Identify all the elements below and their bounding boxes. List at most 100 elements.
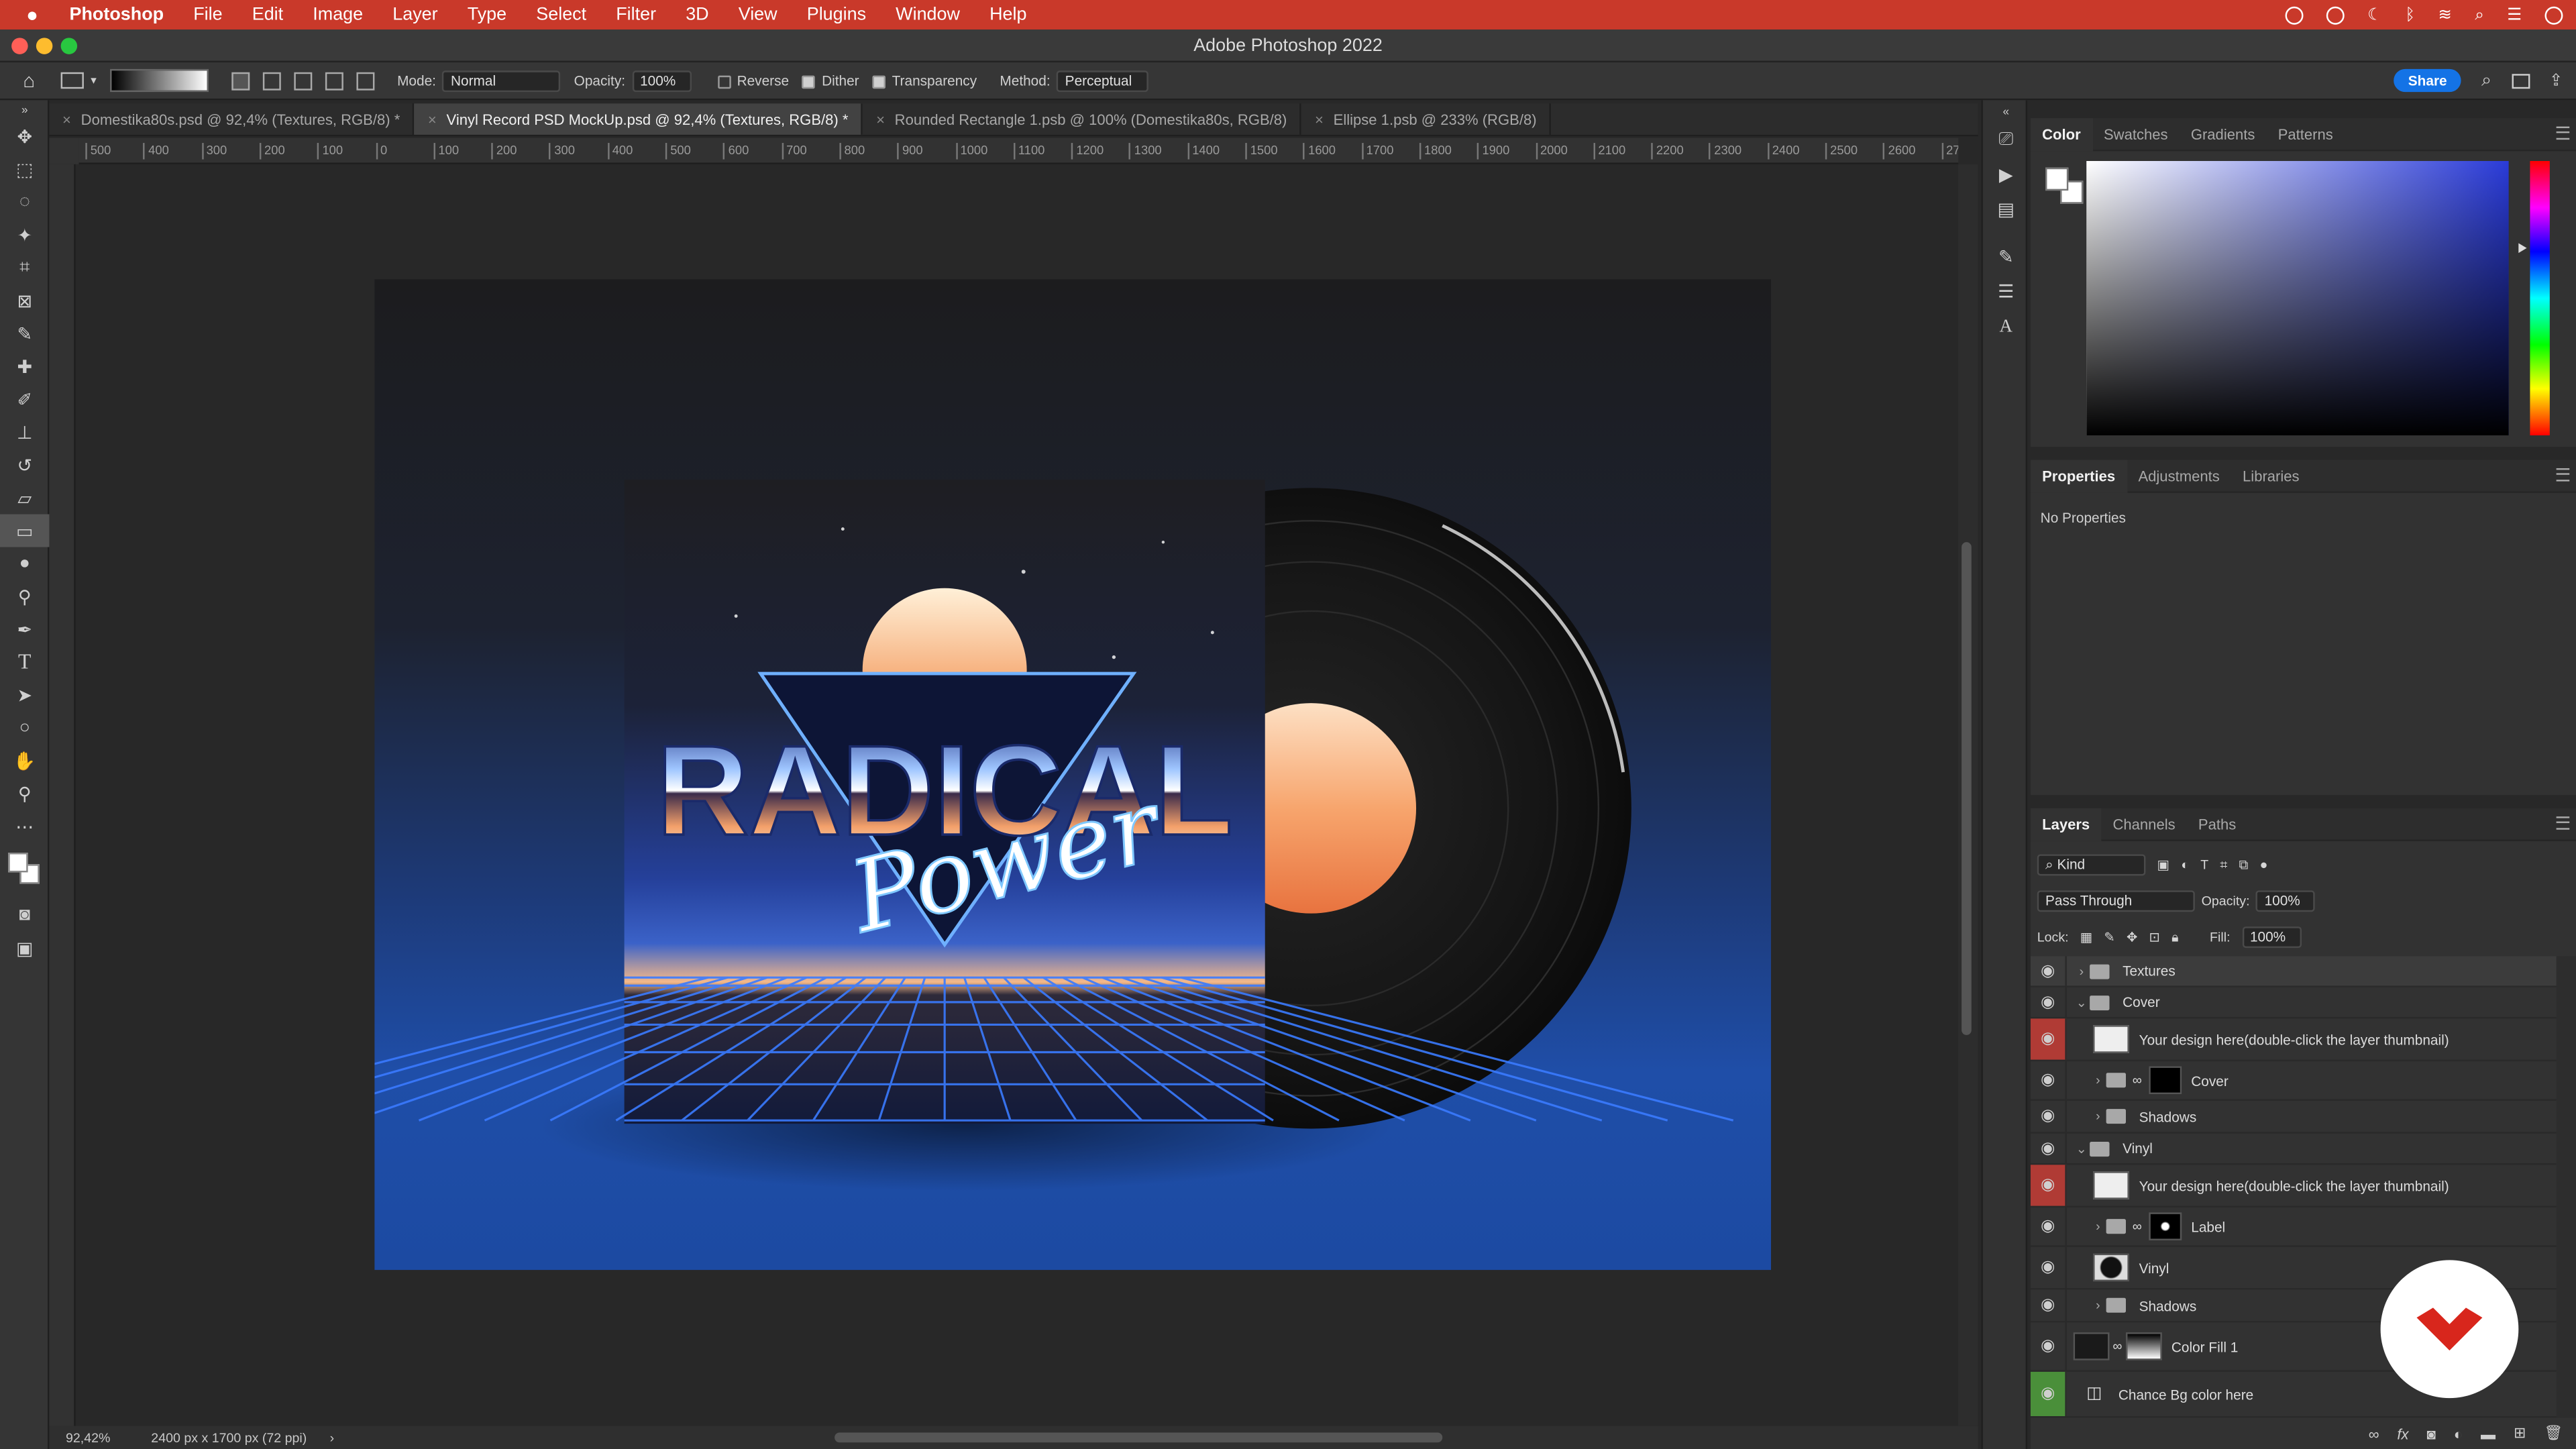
healing-brush-tool-icon[interactable]: ✚ [0,350,49,383]
foreground-background-swatch[interactable] [0,843,49,898]
tab-vinyl-record-mockup[interactable]: × Vinyl Record PSD MockUp.psd @ 92,4% (Te… [415,103,863,135]
tab-patterns[interactable]: Patterns [2267,117,2345,150]
layer-row-cover-design[interactable]: ◉ Your design here(double-click the laye… [2030,1018,2557,1062]
workspace-icon[interactable] [2511,72,2530,89]
tab-rounded-rectangle[interactable]: × Rounded Rectangle 1.psb @ 100% (Domesti… [863,103,1302,135]
filter-kind-select[interactable]: ⌕ Kind [2037,854,2146,876]
fx-icon[interactable]: fx [2397,1426,2408,1442]
menu-select[interactable]: Select [521,5,601,24]
eye-icon[interactable]: ◉ [2031,956,2067,986]
moon-icon[interactable]: ☾ [2367,6,2382,24]
eye-icon[interactable]: ◉ [2031,1289,2067,1321]
chevron-right-icon[interactable]: › [2090,1073,2106,1087]
eye-icon[interactable]: ◉ [2031,1100,2067,1132]
foreground-color-swatch[interactable] [8,853,28,873]
close-tab-icon[interactable]: × [428,112,437,128]
collapse-icon[interactable]: « [1983,100,2029,123]
type-tool-icon[interactable]: T [0,645,49,678]
path-selection-tool-icon[interactable]: ➤ [0,678,49,711]
chevron-right-icon[interactable]: › [2090,1109,2106,1124]
tab-color[interactable]: Color [2030,117,2092,151]
move-tool-icon[interactable]: ✥ [0,120,49,153]
eye-icon[interactable]: ◉ [2030,1018,2067,1060]
eye-icon[interactable]: ◉ [2031,1061,2067,1099]
hue-slider[interactable] [2530,161,2550,435]
zoom-tool-icon[interactable]: ⚲ [0,777,49,810]
tab-ellipse[interactable]: × Ellipse 1.psb @ 233% (RGB/8) [1301,103,1552,135]
comments-icon[interactable]: ▤ [1983,193,2029,227]
new-group-icon[interactable]: ▬ [2481,1426,2496,1442]
eye-icon[interactable]: ◉ [2030,1165,2067,1206]
link-layers-icon[interactable]: ∞ [2369,1426,2379,1442]
method-select[interactable]: Perceptual [1057,70,1149,91]
lock-position-icon[interactable]: ✥ [2127,930,2137,945]
search-icon[interactable]: ⌕ [2475,6,2484,24]
menu-view[interactable]: View [724,5,792,24]
eye-icon[interactable]: ◉ [2031,1246,2067,1289]
menu-edit[interactable]: Edit [237,5,299,24]
close-tab-icon[interactable]: × [62,112,71,128]
transparency-checkbox[interactable] [872,75,885,89]
foreground-color-swatch[interactable] [2045,167,2069,191]
document-canvas[interactable]: RADICAL Power [374,279,1772,1271]
filter-smart-object-icon[interactable]: ⧉ [2239,857,2249,873]
mask-thumbnail[interactable] [2148,1212,2182,1240]
layer-row-cover[interactable]: ◉ › ∞ Cover [2030,1061,2557,1101]
fill-field[interactable]: 100% [2241,926,2301,949]
gradient-type-linear-button[interactable] [231,71,250,90]
trash-icon[interactable]: 🗑︎ [2544,1424,2563,1442]
layer-row-label[interactable]: ◉ › ∞ Label [2030,1208,2557,1247]
vertical-scroll-thumb[interactable] [1962,542,1972,1035]
filter-toggle-icon[interactable]: ● [2260,857,2268,872]
tab-channels[interactable]: Channels [2101,808,2186,841]
menu-app-name[interactable]: Photoshop [54,5,178,24]
layer-opacity-field[interactable]: 100% [2256,890,2316,912]
gradient-type-diamond-button[interactable] [356,71,374,90]
eye-icon[interactable]: ◉ [2031,1322,2067,1371]
mode-select[interactable]: Normal [442,70,561,91]
frame-tool-icon[interactable]: ⊠ [0,284,49,317]
brush-tool-icon[interactable]: ✐ [0,383,49,416]
mask-thumbnail[interactable] [2125,1332,2162,1360]
horizontal-ruler[interactable]: 500 400 300 200 100 0 100 200 300 400 500 600 700 800… [78,138,1959,164]
pen-tool-icon[interactable]: ✒ [0,612,49,645]
new-layer-icon[interactable]: ⊞ [2514,1424,2526,1442]
panel-menu-icon[interactable] [2556,816,2570,830]
vertical-ruler[interactable] [49,164,76,1426]
filter-pixel-icon[interactable]: ▣ [2157,857,2170,872]
adjustments-sliders-icon[interactable]: ☰ [1983,274,2029,309]
lock-all-icon[interactable]: 🔒︎ [2171,929,2178,945]
filter-shape-icon[interactable]: ⌗ [2220,857,2227,873]
lasso-tool-icon[interactable]: ◌ [0,186,49,219]
more-tools-icon[interactable]: ⋯ [0,810,49,843]
tool-preset-picker[interactable] [61,72,85,89]
gradient-type-angle-button[interactable] [293,71,312,90]
mask-thumbnail[interactable] [2148,1066,2182,1095]
search-icon[interactable]: ⌕ [2481,70,2491,91]
gradient-type-reflected-button[interactable] [325,71,343,90]
dither-checkbox[interactable] [802,75,816,89]
eraser-tool-icon[interactable]: ▱ [0,482,49,515]
opacity-field[interactable]: 100% [631,70,691,91]
tab-gradients[interactable]: Gradients [2180,117,2267,150]
tab-libraries[interactable]: Libraries [2231,459,2311,492]
filter-type-icon[interactable]: T [2200,857,2208,872]
menu-file[interactable]: File [178,5,237,24]
apple-icon[interactable]: ● [0,3,54,26]
panel-menu-icon[interactable] [2556,126,2570,140]
fill-thumbnail[interactable] [2073,1332,2110,1360]
lock-artboard-icon[interactable]: ⊡ [2149,930,2160,945]
layer-row-cover-shadows[interactable]: ◉ › Shadows [2030,1100,2557,1134]
eye-icon[interactable]: ◉ [2030,1371,2067,1417]
menu-layer[interactable]: Layer [378,5,453,24]
sync-icon[interactable] [2326,5,2345,24]
lock-image-icon[interactable]: ✎ [2104,930,2114,945]
menu-help[interactable]: Help [975,5,1041,24]
horizontal-scroll-thumb[interactable] [835,1432,1443,1443]
close-tab-icon[interactable]: × [876,112,885,128]
smart-object-thumbnail[interactable] [2093,1171,2129,1199]
eye-icon[interactable]: ◉ [2031,1208,2067,1246]
collapse-icon[interactable]: » [0,100,49,119]
tab-layers[interactable]: Layers [2030,807,2102,841]
magic-wand-tool-icon[interactable]: ✦ [0,219,49,252]
